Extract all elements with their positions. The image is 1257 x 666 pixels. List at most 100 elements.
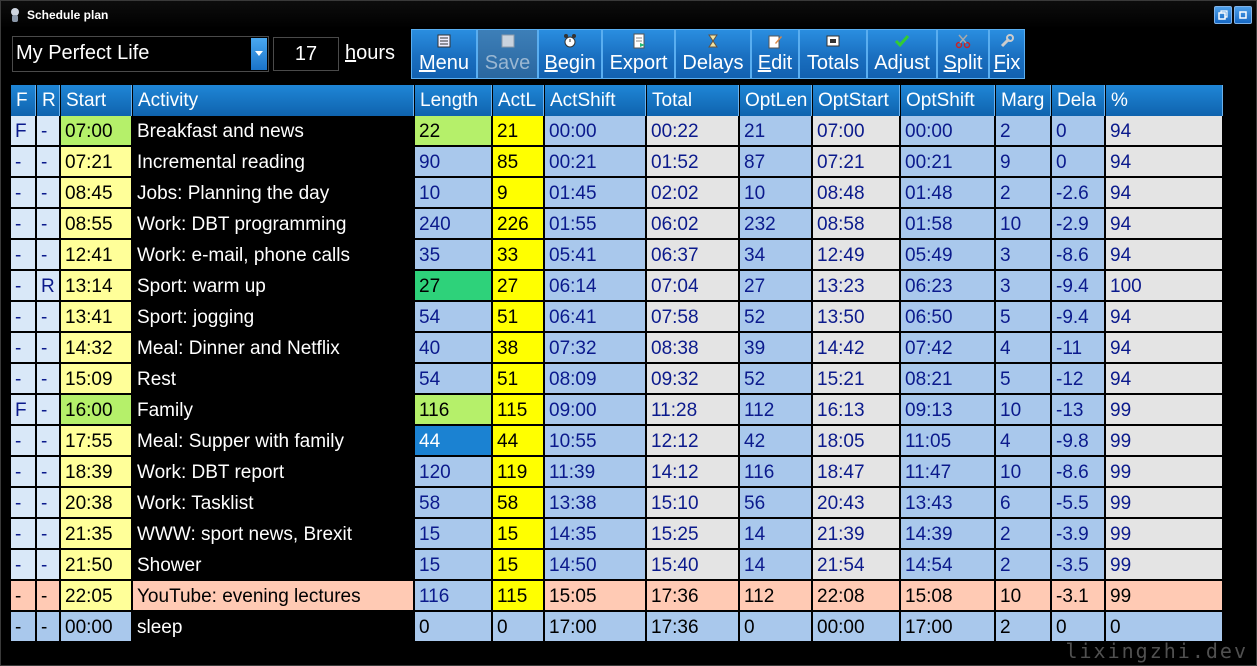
cell-activity[interactable]: Rest bbox=[133, 364, 413, 394]
cell-total[interactable]: 02:02 bbox=[647, 178, 738, 208]
cell-actl[interactable]: 33 bbox=[493, 240, 543, 270]
column-header-f[interactable]: F bbox=[11, 85, 36, 116]
cell-dela[interactable]: -5.5 bbox=[1052, 488, 1104, 518]
table-row[interactable]: - -08:45 Jobs: Planning the day 10 9 01:45 02:… bbox=[11, 178, 1249, 209]
cell-marg[interactable]: 4 bbox=[996, 426, 1050, 456]
cell-activity[interactable]: Work: DBT programming bbox=[133, 209, 413, 239]
column-header-optlen[interactable]: OptLen bbox=[740, 85, 812, 116]
cell-total[interactable]: 06:02 bbox=[647, 209, 738, 239]
dropdown-arrow[interactable] bbox=[251, 38, 267, 70]
cell-total[interactable]: 17:36 bbox=[647, 581, 738, 611]
cell-dela[interactable]: 0 bbox=[1052, 612, 1104, 642]
cell-f[interactable]: - bbox=[11, 271, 35, 301]
table-row[interactable]: - -18:39 Work: DBT report 120 119 11:39 14:12 1… bbox=[11, 457, 1249, 488]
cell-optlen[interactable]: 0 bbox=[740, 612, 811, 642]
cell-marg[interactable]: 2 bbox=[996, 612, 1050, 642]
cell-marg[interactable]: 5 bbox=[996, 302, 1050, 332]
cell-dela[interactable]: 0 bbox=[1052, 116, 1104, 146]
cell-pct[interactable]: 94 bbox=[1106, 240, 1222, 270]
cell-total[interactable]: 11:28 bbox=[647, 395, 738, 425]
cell-length[interactable]: 58 bbox=[415, 488, 491, 518]
column-header-actshift[interactable]: ActShift bbox=[545, 85, 646, 116]
cell-actshift[interactable]: 01:55 bbox=[545, 209, 645, 239]
cell-total[interactable]: 17:36 bbox=[647, 612, 738, 642]
cell-start[interactable]: 13:14 bbox=[61, 271, 131, 301]
cell-pct[interactable]: 99 bbox=[1106, 395, 1222, 425]
cell-actshift[interactable]: 01:45 bbox=[545, 178, 645, 208]
cell-optstart[interactable]: 21:39 bbox=[813, 519, 899, 549]
cell-r[interactable]: - bbox=[37, 333, 59, 363]
cell-optstart[interactable]: 16:13 bbox=[813, 395, 899, 425]
cell-optshift[interactable]: 06:50 bbox=[901, 302, 994, 332]
cell-f[interactable]: - bbox=[11, 426, 35, 456]
column-header-activity[interactable]: Activity bbox=[133, 85, 414, 116]
cell-length[interactable]: 54 bbox=[415, 364, 491, 394]
cell-optshift[interactable]: 09:13 bbox=[901, 395, 994, 425]
edit-button[interactable]: Edit bbox=[751, 29, 799, 79]
cell-optstart[interactable]: 18:47 bbox=[813, 457, 899, 487]
cell-optlen[interactable]: 232 bbox=[740, 209, 811, 239]
cell-f[interactable]: F bbox=[11, 116, 35, 146]
delays-button[interactable]: Delays bbox=[675, 29, 751, 79]
cell-pct[interactable]: 94 bbox=[1106, 116, 1222, 146]
cell-total[interactable]: 08:38 bbox=[647, 333, 738, 363]
cell-activity[interactable]: Incremental reading bbox=[133, 147, 413, 177]
cell-optstart[interactable]: 15:21 bbox=[813, 364, 899, 394]
cell-pct[interactable]: 99 bbox=[1106, 488, 1222, 518]
cell-marg[interactable]: 2 bbox=[996, 519, 1050, 549]
cell-total[interactable]: 01:52 bbox=[647, 147, 738, 177]
cell-pct[interactable]: 94 bbox=[1106, 209, 1222, 239]
cell-marg[interactable]: 10 bbox=[996, 581, 1050, 611]
table-row[interactable]: - -12:41 Work: e-mail, phone calls 35 33 05:4… bbox=[11, 240, 1249, 271]
cell-start[interactable]: 20:38 bbox=[61, 488, 131, 518]
cell-optstart[interactable]: 12:49 bbox=[813, 240, 899, 270]
cell-optstart[interactable]: 07:00 bbox=[813, 116, 899, 146]
cell-optstart[interactable]: 08:58 bbox=[813, 209, 899, 239]
cell-optlen[interactable]: 39 bbox=[740, 333, 811, 363]
cell-total[interactable]: 15:25 bbox=[647, 519, 738, 549]
cell-optstart[interactable]: 18:05 bbox=[813, 426, 899, 456]
cell-f[interactable]: - bbox=[11, 364, 35, 394]
table-row[interactable]: - -20:38 Work: Tasklist 58 58 13:38 15:10 56 20:… bbox=[11, 488, 1249, 519]
cell-dela[interactable]: -13 bbox=[1052, 395, 1104, 425]
cell-f[interactable]: - bbox=[11, 302, 35, 332]
cell-f[interactable]: - bbox=[11, 612, 35, 642]
column-header-r[interactable]: R bbox=[37, 85, 60, 116]
cell-pct[interactable]: 94 bbox=[1106, 178, 1222, 208]
cell-total[interactable]: 00:22 bbox=[647, 116, 738, 146]
cell-actl[interactable]: 85 bbox=[493, 147, 543, 177]
cell-length[interactable]: 15 bbox=[415, 519, 491, 549]
cell-length[interactable]: 54 bbox=[415, 302, 491, 332]
table-row[interactable]: - R 13:14 Sport: warm up 27 27 06:14 07:04 27 13:… bbox=[11, 271, 1249, 302]
cell-start[interactable]: 21:50 bbox=[61, 550, 131, 580]
cell-optlen[interactable]: 116 bbox=[740, 457, 811, 487]
cell-activity[interactable]: Meal: Supper with family bbox=[133, 426, 413, 456]
hours-input[interactable]: 17 bbox=[273, 37, 339, 71]
cell-marg[interactable]: 10 bbox=[996, 209, 1050, 239]
cell-optlen[interactable]: 27 bbox=[740, 271, 811, 301]
cell-optshift[interactable]: 08:21 bbox=[901, 364, 994, 394]
cell-start[interactable]: 12:41 bbox=[61, 240, 131, 270]
table-row[interactable]: F -07:00 Breakfast and news 22 21 00:00 00:22 2… bbox=[11, 116, 1249, 147]
cell-start[interactable]: 13:41 bbox=[61, 302, 131, 332]
cell-f[interactable]: F bbox=[11, 395, 35, 425]
cell-optshift[interactable]: 06:23 bbox=[901, 271, 994, 301]
table-row[interactable]: - -08:55 Work: DBT programming 240 226 01:55 0… bbox=[11, 209, 1249, 240]
cell-pct[interactable]: 99 bbox=[1106, 519, 1222, 549]
cell-pct[interactable]: 94 bbox=[1106, 147, 1222, 177]
save-button[interactable]: Save bbox=[477, 29, 538, 79]
close-button[interactable] bbox=[1234, 6, 1252, 24]
table-row[interactable]: - -00:00 sleep 0 0 17:00 17:36 0 00:00 17:00 2 0 0 bbox=[11, 612, 1249, 643]
cell-r[interactable]: - bbox=[37, 581, 59, 611]
column-header-start[interactable]: Start bbox=[61, 85, 132, 116]
cell-f[interactable]: - bbox=[11, 550, 35, 580]
cell-actl[interactable]: 115 bbox=[493, 395, 543, 425]
cell-actl[interactable]: 38 bbox=[493, 333, 543, 363]
column-header-optshift[interactable]: OptShift bbox=[901, 85, 995, 116]
cell-optstart[interactable]: 22:08 bbox=[813, 581, 899, 611]
cell-actshift[interactable]: 14:35 bbox=[545, 519, 645, 549]
cell-start[interactable]: 22:05 bbox=[61, 581, 131, 611]
cell-dela[interactable]: -12 bbox=[1052, 364, 1104, 394]
cell-actl[interactable]: 115 bbox=[493, 581, 543, 611]
cell-optshift[interactable]: 11:47 bbox=[901, 457, 994, 487]
